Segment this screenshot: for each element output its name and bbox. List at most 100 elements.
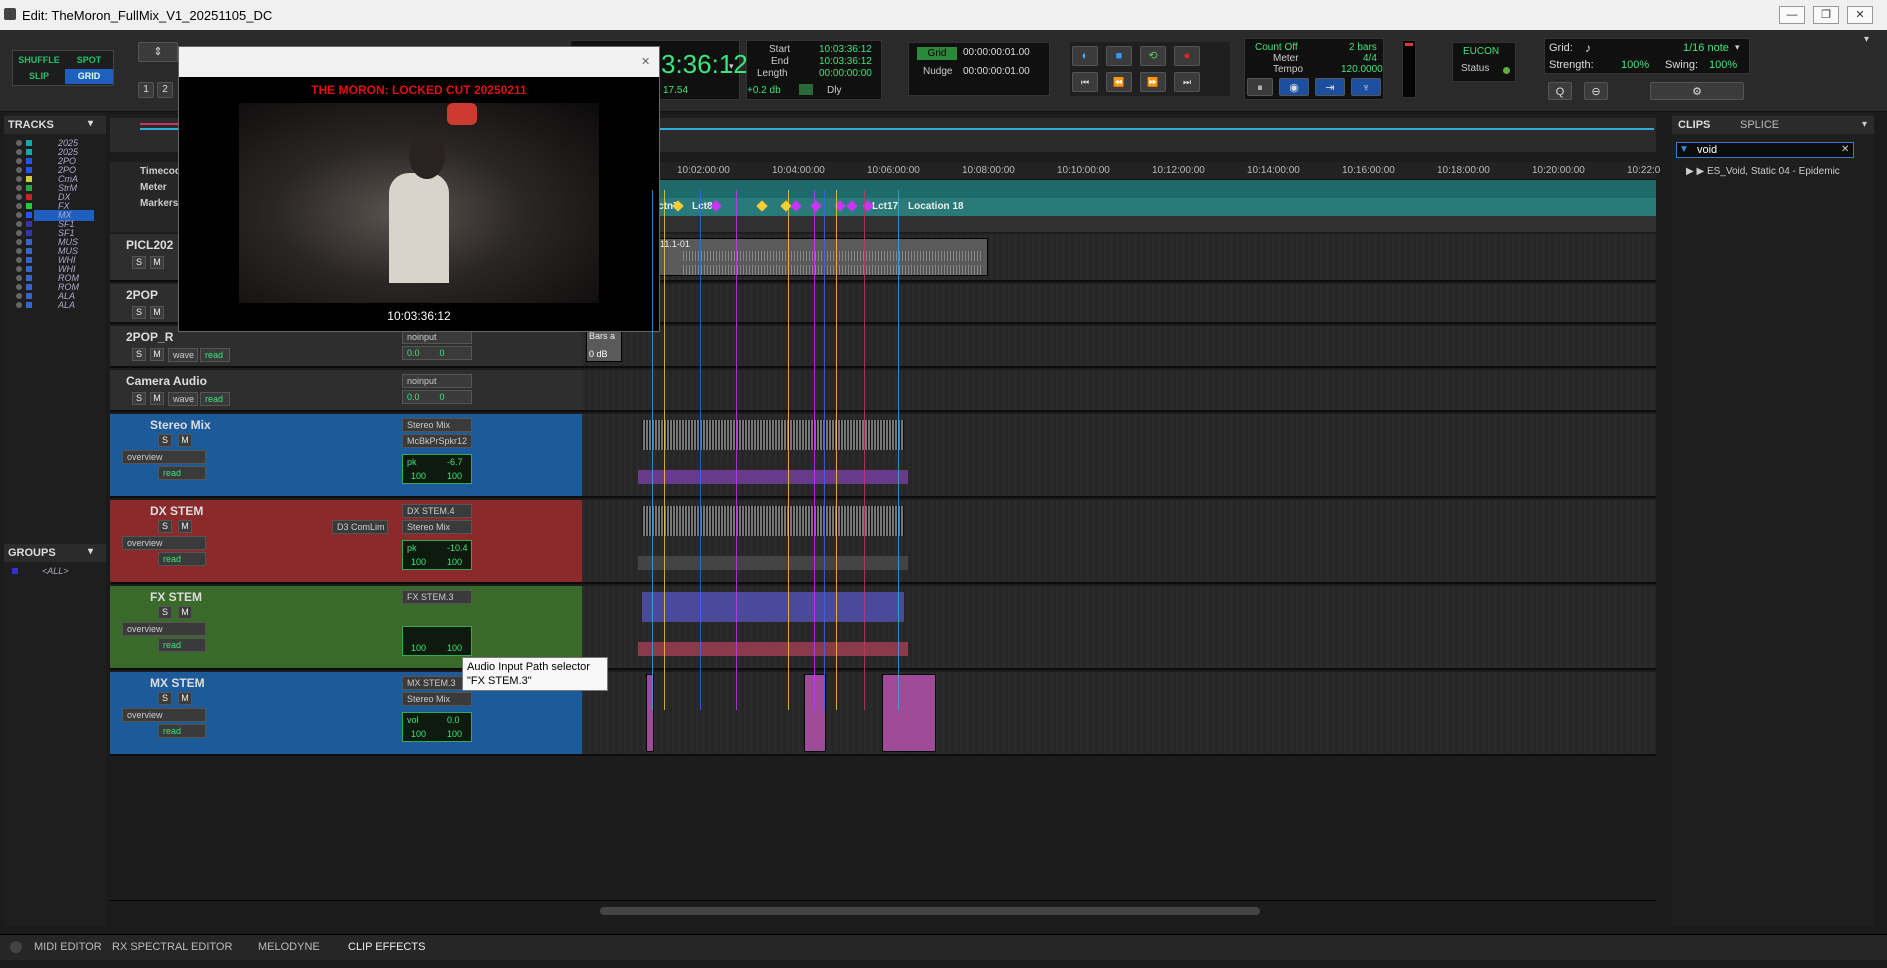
count-off-label[interactable]: Count Off [1255,42,1298,53]
pan-left-value[interactable]: 100 [411,729,426,739]
track-name[interactable]: FX STEM [150,590,202,604]
tab-rx-spectral-editor[interactable]: RX SPECTRAL EDITOR [112,941,232,953]
shuffle-mode-button[interactable]: SHUFFLE [15,53,63,68]
counter-dropdown-icon[interactable]: ▾ [729,61,734,72]
volume-value[interactable]: -10.4 [447,543,468,553]
mute-button[interactable]: M [150,392,164,405]
track-playlist[interactable] [582,672,1656,754]
groups-menu-icon[interactable]: ▾ [88,546,93,557]
clip-cluster[interactable] [638,470,908,484]
solo-button[interactable]: S [132,348,146,361]
show-hide-dot-icon[interactable] [16,185,22,191]
grid-value[interactable]: 00:00:00:01.00 [963,47,1030,58]
audio-clip[interactable]: Bars a 0 dB [586,330,622,362]
pan-left-value[interactable]: 100 [411,643,426,653]
show-hide-dot-icon[interactable] [16,293,22,299]
fast-forward-button[interactable]: ⏩ [1140,72,1166,92]
loop-play-button[interactable]: ⟲ [1140,46,1166,66]
track-name[interactable]: Camera Audio [126,374,207,388]
quantize-button[interactable]: Q [1548,82,1572,100]
video-title-bar[interactable]: ✕ [179,47,659,77]
track-view-selector[interactable]: wave [168,392,198,406]
volume-value[interactable]: 0.0 [407,392,420,402]
solo-button[interactable]: S [132,306,146,319]
track-name[interactable]: MX STEM [150,676,205,690]
clear-search-icon[interactable]: ✕ [1841,144,1849,155]
show-hide-dot-icon[interactable] [16,266,22,272]
strength-value[interactable]: 100% [1621,59,1649,71]
zoom-preset-2[interactable]: 2 [157,82,173,98]
pan-right-value[interactable]: 100 [447,557,462,567]
show-hide-dot-icon[interactable] [16,248,22,254]
mute-button[interactable]: M [178,606,192,619]
volume-value[interactable]: 0.0 [447,715,460,725]
pan-value[interactable]: 0 [440,392,445,402]
audio-input-path-selector[interactable]: FX STEM.3 [402,590,472,604]
track-name[interactable]: 2POP [126,288,158,302]
metronome-button[interactable]: ◉ [1279,78,1309,96]
audio-clip[interactable]: 211.1-01 [652,238,988,276]
pan-right-value[interactable]: 100 [447,471,462,481]
start-value[interactable]: 10:03:36:12 [819,44,872,55]
rewind-button[interactable]: ⏪ [1106,72,1132,92]
track-view-selector[interactable]: overview [122,708,206,722]
clips-search-field[interactable]: ▼ void ✕ [1676,142,1854,158]
tab-midi-editor[interactable]: MIDI EDITOR [34,941,102,953]
bottom-toggle-icon[interactable] [10,941,22,953]
audio-clip[interactable] [882,674,936,752]
zoom-preset-1[interactable]: 1 [138,82,154,98]
track-view-selector[interactable]: overview [122,622,206,636]
show-hide-dot-icon[interactable] [16,239,22,245]
automation-mode-selector[interactable]: read [200,392,230,406]
track-playlist[interactable]: Bars a 0 dB [582,326,1656,366]
clip-gain-value[interactable]: 0 dB [589,349,608,359]
conductor-button[interactable]: ♆ [1351,78,1381,96]
wait-for-note-button[interactable]: ⏸ [1247,78,1273,96]
clip-cluster[interactable] [638,642,908,656]
grid-note-value[interactable]: 1/16 note [1683,42,1729,54]
clips-menu-icon[interactable]: ▾ [1862,119,1867,130]
expand-icon[interactable]: ▶ ▶ [1686,166,1707,177]
audio-input-path-selector[interactable]: noinput [402,330,472,344]
mute-button[interactable]: M [178,520,192,533]
pan-left-value[interactable]: 100 [411,471,426,481]
slip-mode-button[interactable]: SLIP [15,69,63,84]
spot-mode-button[interactable]: SPOT [65,53,113,68]
audio-input-path-selector[interactable]: Stereo Mix [402,418,472,432]
tab-melodyne[interactable]: MELODYNE [258,941,320,953]
mute-button[interactable]: M [150,256,164,269]
splice-tab[interactable]: SPLICE [1740,119,1779,131]
markers-ruler[interactable]: Lctn7 Lct8 Lct17 Location 18 [582,198,1656,216]
tempo-value[interactable]: 120.0000 [1341,64,1383,75]
stop-button[interactable]: ■ [1106,46,1132,66]
count-off-bars[interactable]: 2 bars [1349,42,1377,53]
volume-pan-display[interactable]: pk -6.7 100 100 [402,454,472,484]
swing-value[interactable]: 100% [1709,59,1737,71]
tracks-menu-icon[interactable]: ▾ [88,118,93,129]
maximize-button[interactable]: ❐ [1813,6,1839,24]
go-to-end-button[interactable]: ⏭ [1174,72,1200,92]
settings-gear-icon[interactable]: ⚙ [1650,82,1744,100]
volume-pan-display[interactable]: 0.0 0 [402,346,472,360]
audio-clip[interactable] [804,674,826,752]
mute-button[interactable]: M [150,306,164,319]
track-playlist[interactable] [582,586,1656,668]
pan-right-value[interactable]: 100 [447,729,462,739]
meter-value[interactable]: 4/4 [1363,53,1377,64]
show-hide-dot-icon[interactable] [16,257,22,263]
pan-value[interactable]: 0 [440,348,445,358]
solo-button[interactable]: S [132,256,146,269]
solo-button[interactable]: S [132,392,146,405]
automation-mode-selector[interactable]: read [200,348,230,362]
track-name[interactable]: DX STEM [150,504,203,518]
marker-label[interactable]: Lct17 [872,201,898,212]
zoom-waveform-button[interactable]: ⇕ [138,42,178,62]
show-hide-dot-icon[interactable] [16,221,22,227]
marker-label[interactable]: Lct8 [692,201,713,212]
close-button[interactable]: ✕ [1847,6,1873,24]
insert-slot[interactable]: D3 ComLim [332,520,388,534]
clip-cluster[interactable] [638,556,908,570]
show-hide-dot-icon[interactable] [16,203,22,209]
filter-icon[interactable]: ▼ [1679,144,1689,155]
toolbar-menu-icon[interactable]: ▾ [1864,34,1869,45]
